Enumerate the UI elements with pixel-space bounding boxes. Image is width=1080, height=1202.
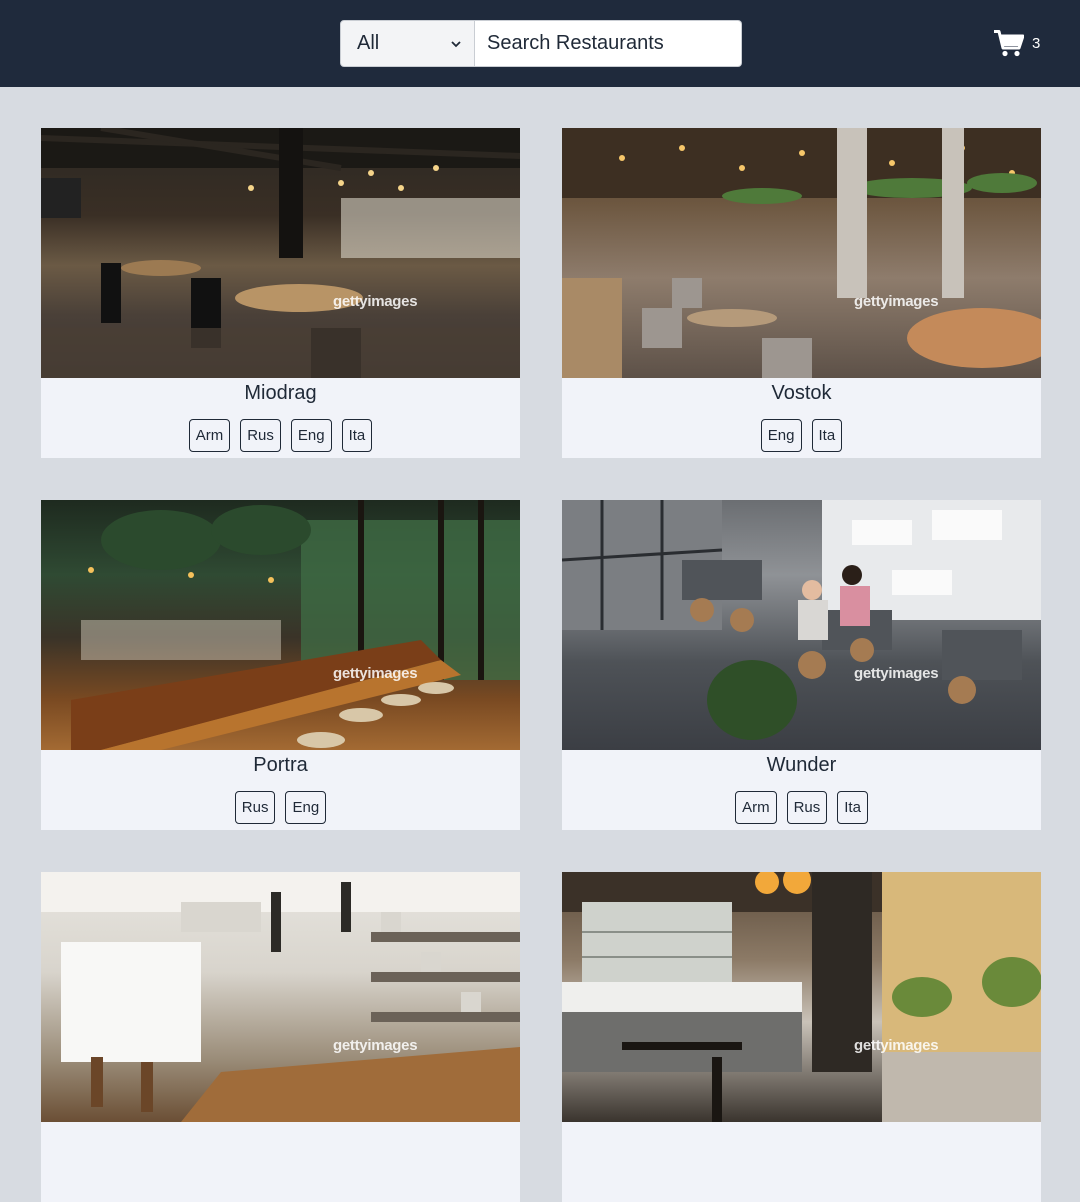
watermark: gettyimages — [854, 665, 939, 682]
restaurant-interior-image — [562, 872, 1041, 1122]
restaurant-interior-image — [562, 128, 1041, 378]
language-tag[interactable]: Arm — [735, 791, 777, 824]
restaurant-grid: gettyimages Miodrag Arm Rus Eng Ita gett… — [41, 128, 1041, 1202]
search-group: All — [340, 20, 742, 67]
cart-button[interactable]: 3 — [994, 30, 1040, 57]
restaurant-name: Miodrag — [244, 382, 317, 404]
restaurant-photo: gettyimages — [41, 872, 520, 1122]
cart-count-badge: 3 — [1032, 35, 1041, 52]
language-tag[interactable]: Eng — [760, 419, 802, 452]
language-tag[interactable]: Arm — [188, 419, 231, 452]
restaurant-photo: gettyimages — [562, 872, 1041, 1122]
category-filter-select[interactable]: All — [340, 20, 475, 67]
restaurant-name: Wunder — [766, 754, 837, 776]
language-tag[interactable]: Eng — [285, 791, 327, 824]
watermark: gettyimages — [854, 1037, 939, 1054]
watermark: gettyimages — [333, 665, 418, 682]
language-tag[interactable]: Ita — [341, 419, 373, 452]
language-tags: Eng Ita — [562, 419, 1041, 452]
restaurant-photo: gettyimages — [562, 500, 1041, 750]
restaurant-name: Portra — [253, 754, 308, 776]
language-tag[interactable]: Eng — [290, 419, 332, 452]
restaurant-card[interactable]: gettyimages Portra Rus Eng — [41, 500, 520, 830]
restaurant-interior-image — [562, 500, 1041, 740]
language-tags: Arm Rus Eng Ita — [41, 419, 520, 452]
language-tag[interactable]: Rus — [786, 791, 828, 824]
language-tag[interactable]: Ita — [837, 791, 868, 824]
restaurant-card[interactable]: gettyimages Wunder Arm Rus Ita — [562, 500, 1041, 830]
restaurant-card[interactable]: gettyimages — [41, 872, 520, 1202]
restaurant-card[interactable]: gettyimages Vostok Eng Ita — [562, 128, 1041, 458]
restaurant-interior-image — [41, 872, 520, 1122]
top-navbar: All 3 — [0, 0, 1080, 87]
language-tag[interactable]: Ita — [811, 419, 843, 452]
watermark: gettyimages — [333, 293, 418, 310]
restaurant-card[interactable]: gettyimages Miodrag Arm Rus Eng Ita — [41, 128, 520, 458]
language-tag[interactable]: Rus — [240, 419, 281, 452]
search-input[interactable] — [475, 20, 742, 67]
restaurant-interior-image — [41, 128, 520, 378]
restaurant-card[interactable]: gettyimages — [562, 872, 1041, 1202]
restaurant-photo: gettyimages — [562, 128, 1041, 378]
watermark: gettyimages — [854, 293, 939, 310]
restaurant-photo: gettyimages — [41, 500, 520, 750]
restaurant-interior-image — [71, 500, 520, 750]
restaurant-name: Vostok — [771, 382, 832, 404]
restaurant-photo: gettyimages — [41, 128, 520, 378]
shopping-cart-icon — [994, 30, 1024, 57]
language-tag[interactable]: Rus — [234, 791, 276, 824]
filter-selected-value: All — [357, 32, 380, 54]
watermark: gettyimages — [333, 1037, 418, 1054]
language-tags: Arm Rus Ita — [562, 791, 1041, 824]
chevron-down-icon — [451, 40, 461, 47]
language-tags: Rus Eng — [41, 791, 520, 824]
